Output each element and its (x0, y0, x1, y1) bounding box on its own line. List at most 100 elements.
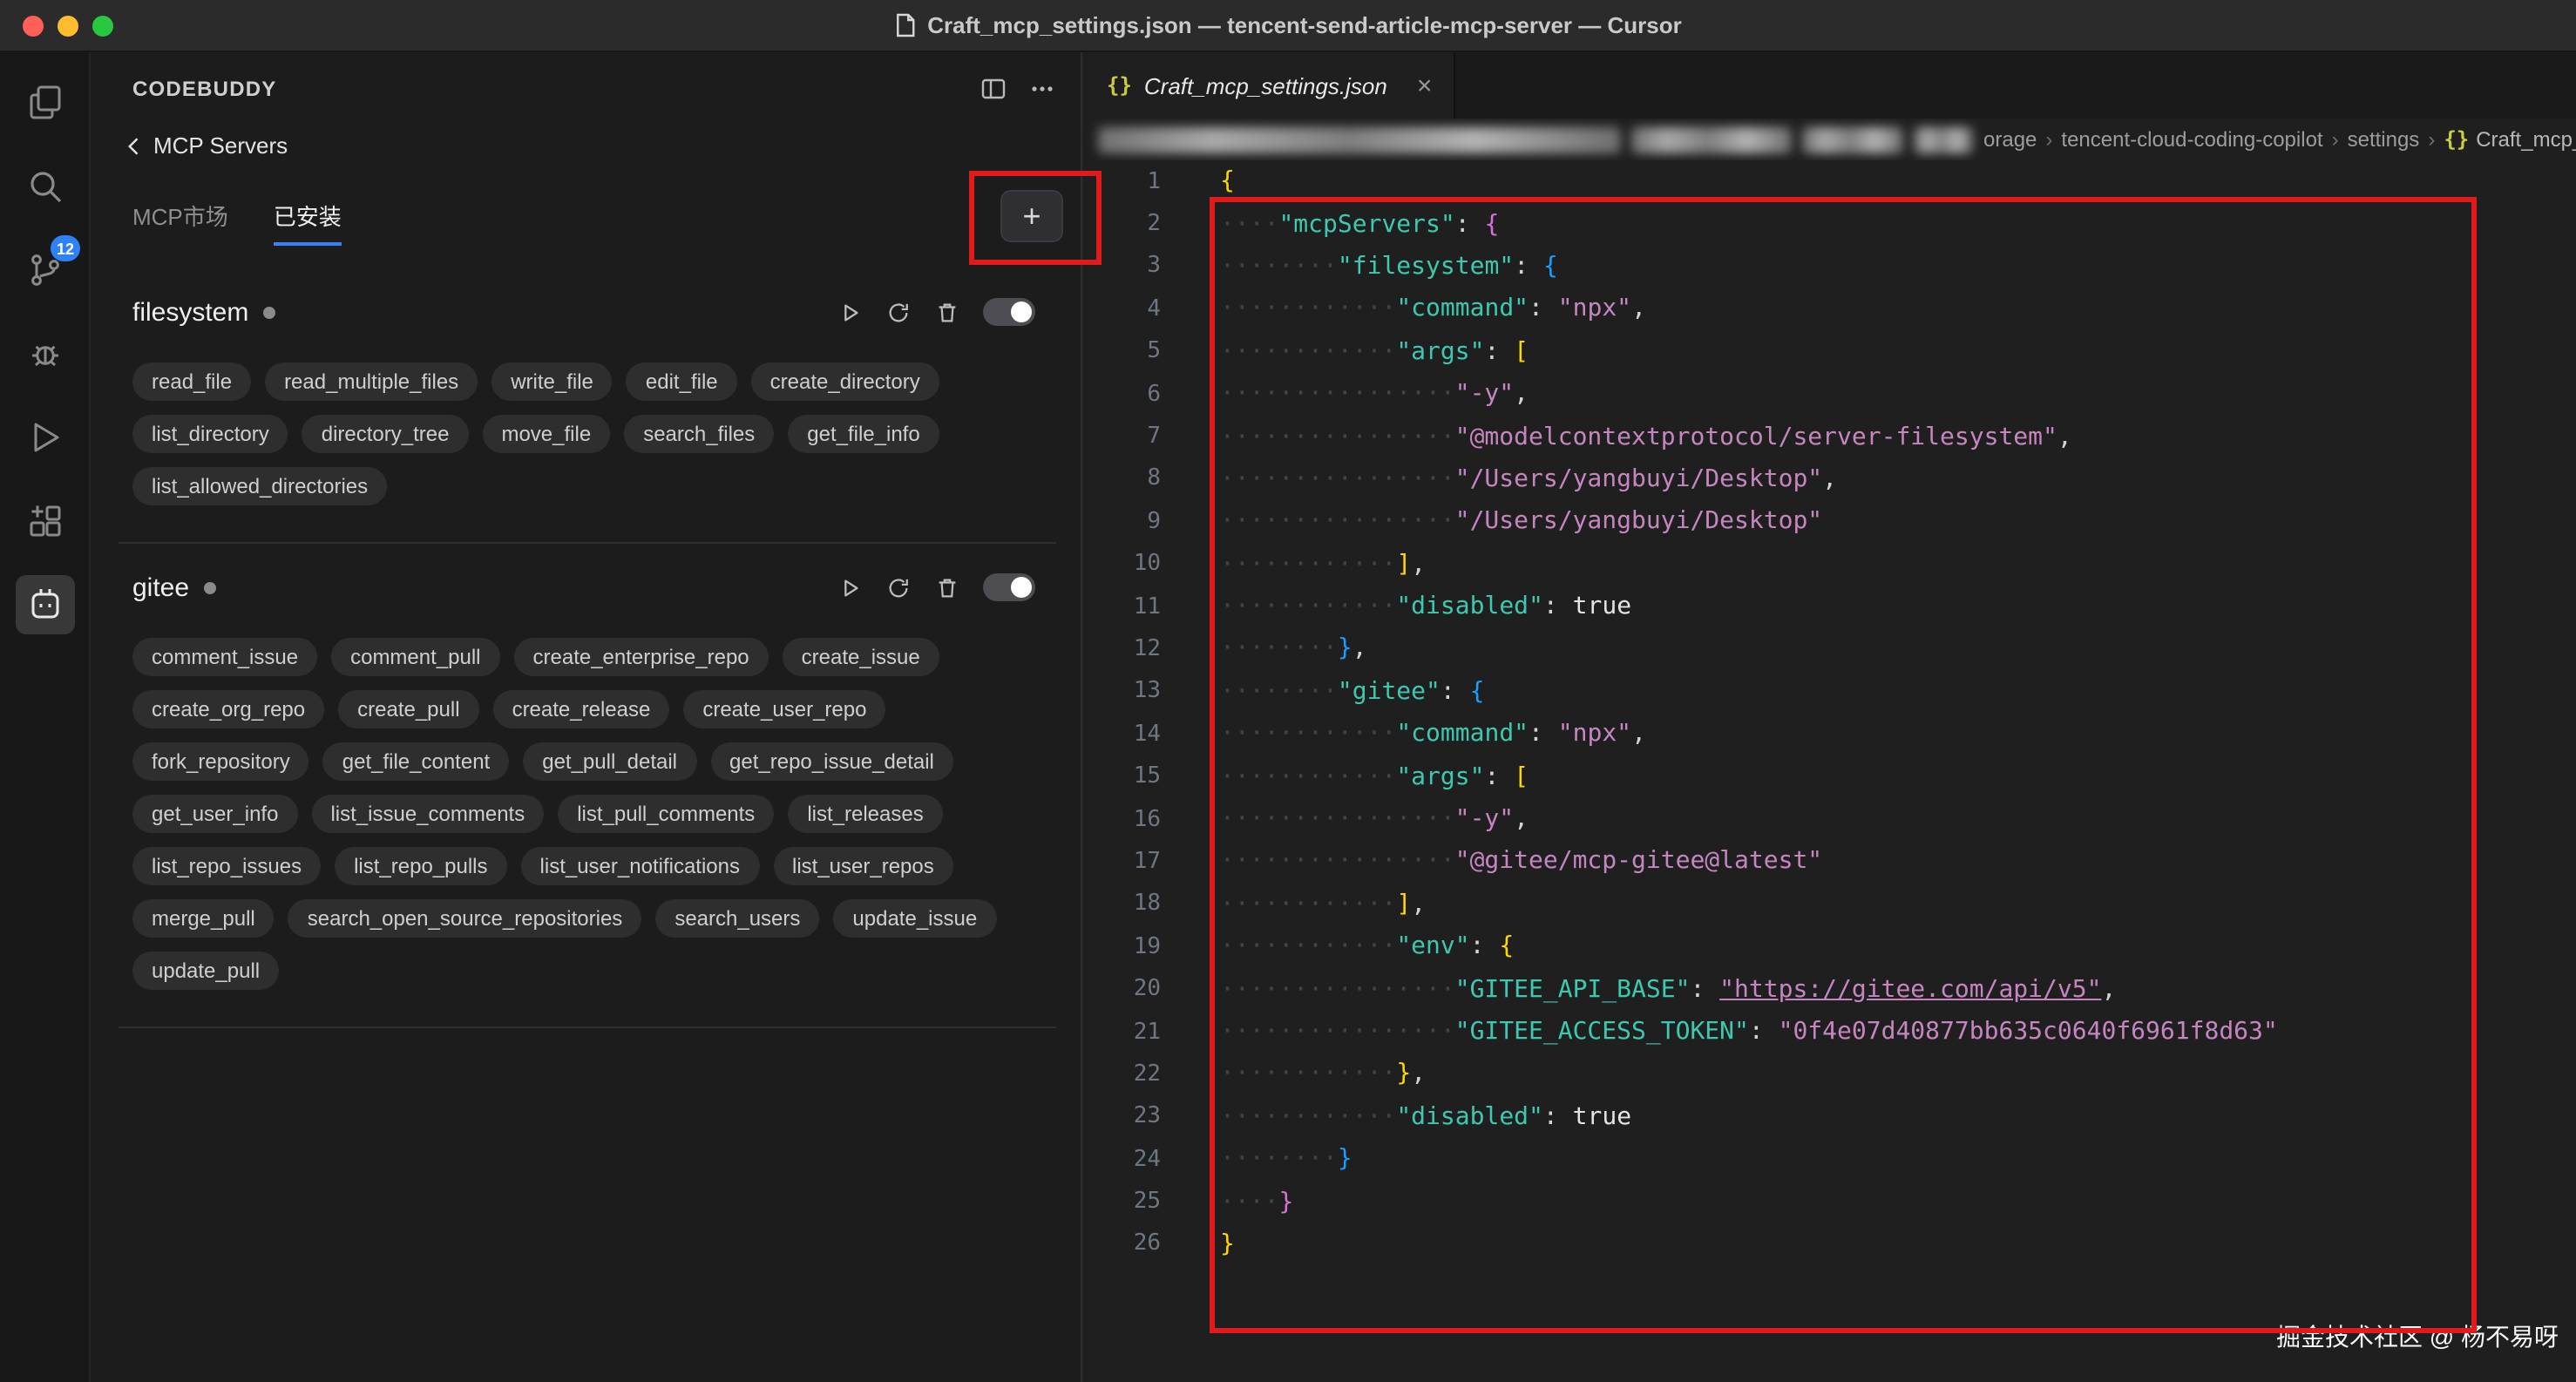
tool-tag: get_file_content (323, 742, 509, 781)
code-line[interactable]: 2····"mcpServers": { (1082, 203, 2576, 246)
close-tab-icon[interactable]: × (1400, 71, 1433, 100)
close-window-button[interactable] (23, 15, 44, 36)
code-line[interactable]: 22············}, (1082, 1053, 2576, 1095)
refresh-server-icon[interactable] (885, 299, 912, 325)
json-file-icon: {} (1107, 73, 1132, 98)
code-line[interactable]: 5············"args": [ (1082, 330, 2576, 373)
whitespace-dots: ················ (1220, 848, 1455, 876)
code-line-content: ············"disabled": true (1183, 593, 1631, 620)
whitespace-dots: ················ (1220, 465, 1455, 493)
whitespace-dots: ········ (1220, 1145, 1338, 1173)
breadcrumb-item[interactable]: orage (1983, 127, 2037, 152)
titlebar: Craft_mcp_settings.json — tencent-send-a… (0, 0, 2576, 52)
code-line[interactable]: 19············"env": { (1082, 925, 2576, 968)
minimize-window-button[interactable] (58, 15, 78, 36)
code-line[interactable]: 13········"gitee": { (1082, 670, 2576, 713)
breadcrumb-items: orage›tencent-cloud-coding-copilot›setti… (1983, 127, 2444, 152)
source-control-icon[interactable]: 12 (15, 240, 74, 300)
code-line-content: ············], (1183, 891, 1426, 918)
server-enabled-toggle[interactable] (983, 573, 1035, 601)
run-icon[interactable] (15, 408, 74, 467)
line-number: 26 (1082, 1231, 1183, 1257)
code-line[interactable]: 11············"disabled": true (1082, 586, 2576, 628)
code-token: "-y" (1455, 380, 1514, 408)
code-token: "npx" (1558, 295, 1631, 323)
breadcrumb-file[interactable]: {} Craft_mcp_s (2444, 127, 2576, 152)
code-line[interactable]: 10············], (1082, 543, 2576, 586)
code-line[interactable]: 9················"/Users/yangbuyi/Deskto… (1082, 500, 2576, 543)
code-line-content: ················"-y", (1183, 380, 1529, 408)
tool-tag: list_issue_comments (311, 795, 544, 833)
more-actions-icon[interactable] (1028, 75, 1056, 103)
editor-tab-bar: {} Craft_mcp_settings.json × (1082, 52, 2576, 119)
cursor-window: Craft_mcp_settings.json — tencent-send-a… (0, 0, 2576, 1382)
code-line[interactable]: 1{ (1082, 160, 2576, 203)
explorer-icon[interactable] (15, 73, 74, 132)
code-line[interactable]: 7················"@modelcontextprotocol/… (1082, 416, 2576, 458)
whitespace-dots: ················ (1220, 1018, 1455, 1046)
code-line[interactable]: 20················"GITEE_API_BASE": "htt… (1082, 968, 2576, 1011)
code-line[interactable]: 15············"args": [ (1082, 755, 2576, 798)
extensions-icon[interactable] (15, 491, 74, 551)
run-server-icon[interactable] (837, 574, 863, 600)
zoom-window-button[interactable] (92, 15, 113, 36)
panel-layout-icon[interactable] (980, 75, 1007, 103)
delete-server-icon[interactable] (934, 299, 960, 325)
code-line[interactable]: 8················"/Users/yangbuyi/Deskto… (1082, 457, 2576, 500)
code-line-content: ····"mcpServers": { (1183, 210, 1499, 238)
breadcrumb-item[interactable]: tencent-cloud-coding-copilot (2061, 127, 2322, 152)
code-token: : (1749, 1018, 1779, 1046)
code-token: : (1484, 338, 1514, 366)
tool-tag: list_directory (132, 415, 288, 453)
debug-icon[interactable] (15, 324, 74, 383)
code-line[interactable]: 12········}, (1082, 628, 2576, 671)
code-line[interactable]: 14············"command": "npx", (1082, 713, 2576, 755)
code-line[interactable]: 23············"disabled": true (1082, 1095, 2576, 1138)
refresh-server-icon[interactable] (885, 574, 912, 600)
breadcrumb[interactable]: orage›tencent-cloud-coding-copilot›setti… (1082, 119, 2576, 160)
tab-installed[interactable]: 已安装 (274, 199, 342, 246)
code-token: : (1690, 975, 1719, 1003)
code-line[interactable]: 21················"GITEE_ACCESS_TOKEN": … (1082, 1011, 2576, 1053)
code-line[interactable]: 3········"filesystem": { (1082, 246, 2576, 288)
code-line[interactable]: 4············"command": "npx", (1082, 288, 2576, 330)
search-icon[interactable] (15, 157, 74, 216)
code-token: } (1220, 1230, 1235, 1258)
whitespace-dots: ············ (1220, 721, 1396, 749)
line-number: 6 (1082, 381, 1183, 407)
tool-tag: get_user_info (132, 795, 297, 833)
divider (119, 1026, 1056, 1028)
tool-tag: list_user_repos (773, 847, 953, 885)
code-line-content: ············"command": "npx", (1183, 295, 1646, 323)
code-editor[interactable]: 1{2····"mcpServers": {3········"filesyst… (1082, 160, 2576, 1382)
whitespace-dots: ············ (1220, 593, 1396, 620)
code-token: "@modelcontextprotocol/server-filesystem… (1455, 423, 2057, 451)
run-server-icon[interactable] (837, 299, 863, 325)
server-enabled-toggle[interactable] (983, 298, 1035, 326)
code-token: "gitee" (1338, 678, 1441, 706)
code-line[interactable]: 18············], (1082, 883, 2576, 925)
tool-tag: create_enterprise_repo (514, 638, 769, 676)
code-line[interactable]: 26} (1082, 1223, 2576, 1266)
whitespace-dots: ················ (1220, 975, 1455, 1003)
breadcrumb-item[interactable]: settings (2348, 127, 2420, 152)
code-token: , (1411, 1060, 1426, 1088)
code-line[interactable]: 25····} (1082, 1181, 2576, 1223)
tool-tag: search_files (624, 415, 774, 453)
codebuddy-icon[interactable] (15, 575, 74, 634)
code-line[interactable]: 24········} (1082, 1138, 2576, 1181)
tab-mcp-market[interactable]: MCP市场 (132, 199, 228, 246)
whitespace-dots: ········ (1220, 678, 1338, 706)
blurred-text-redaction (1631, 126, 1792, 152)
code-line[interactable]: 17················"@gitee/mcp-gitee@late… (1082, 841, 2576, 884)
delete-server-icon[interactable] (934, 574, 960, 600)
tool-tag: update_pull (132, 952, 279, 990)
back-to-mcp-servers[interactable]: MCP Servers (122, 132, 288, 159)
blurred-text-redaction (1914, 126, 1973, 152)
tool-tag: create_user_repo (683, 690, 885, 728)
editor-tab[interactable]: {} Craft_mcp_settings.json × (1082, 52, 1454, 119)
code-line[interactable]: 6················"-y", (1082, 373, 2576, 416)
add-mcp-server-button[interactable]: + (1000, 190, 1063, 242)
code-line-content: ········} (1183, 1145, 1352, 1173)
code-line[interactable]: 16················"-y", (1082, 798, 2576, 841)
